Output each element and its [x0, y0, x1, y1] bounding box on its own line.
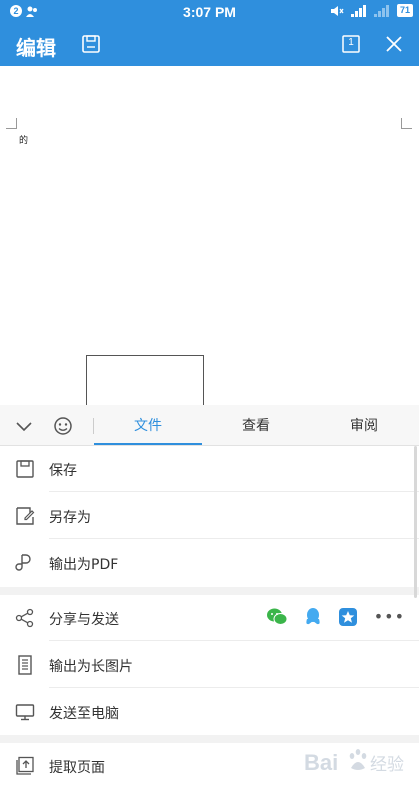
app-bar: 编辑 1	[0, 24, 419, 66]
svg-text:Bai: Bai	[304, 750, 338, 775]
page-count-button[interactable]: 1	[341, 34, 361, 54]
save-icon	[16, 460, 34, 478]
divider	[49, 687, 419, 688]
margin-corner-top-right	[401, 118, 412, 129]
menu-item-label: 发送至电脑	[49, 706, 119, 722]
menu-item-label: 另存为	[49, 510, 91, 526]
monitor-icon	[15, 704, 35, 721]
save-icon[interactable]	[81, 34, 101, 54]
document-text: 的	[19, 136, 29, 146]
menu-item-save-as[interactable]: 另存为	[0, 493, 419, 539]
divider	[49, 491, 419, 492]
menu-item-label: 分享与发送	[49, 612, 119, 628]
menu-item-export-pdf[interactable]: 输出为PDF	[0, 540, 419, 586]
share-icon	[15, 608, 34, 628]
status-bar: 2 3:07 PM 71	[0, 0, 419, 24]
section-gap	[0, 735, 419, 743]
file-menu-panel: 文件 查看 审阅 保存 另存为 输出为PDF 分享与发送 ••• 输出为长图片	[0, 405, 419, 800]
menu-item-label: 输出为长图片	[49, 659, 133, 675]
scrollbar[interactable]	[414, 446, 417, 598]
menu-item-export-long-image[interactable]: 输出为长图片	[0, 642, 419, 688]
battery-level: 71	[396, 4, 413, 17]
smiley-icon[interactable]	[53, 416, 73, 436]
extract-page-icon	[16, 756, 34, 775]
margin-corner-top-left	[6, 118, 17, 129]
qq-icon[interactable]	[304, 607, 322, 627]
mute-icon	[330, 5, 344, 16]
divider	[49, 538, 419, 539]
status-right: 71	[330, 4, 413, 17]
menu-item-label: 输出为PDF	[49, 557, 119, 573]
signal-icon	[350, 4, 366, 17]
section-gap	[0, 587, 419, 595]
menu-item-save[interactable]: 保存	[0, 446, 419, 492]
signal-weak-icon	[373, 4, 389, 17]
chevron-down-icon[interactable]	[15, 417, 33, 435]
tim-icon[interactable]	[338, 607, 358, 627]
more-icon[interactable]: •••	[374, 607, 405, 627]
divider	[49, 640, 419, 641]
menu-item-send-to-pc[interactable]: 发送至电脑	[0, 689, 419, 735]
page-title: 编辑	[16, 36, 56, 60]
tab-review[interactable]: 审阅	[310, 405, 418, 445]
save-as-icon	[16, 507, 35, 525]
close-icon[interactable]	[385, 35, 403, 53]
baidu-logo-icon: Bai 经验	[304, 749, 404, 775]
menu-item-share[interactable]: 分享与发送 •••	[0, 595, 419, 641]
active-tab-indicator	[94, 443, 202, 445]
svg-text:经验: 经验	[370, 755, 404, 775]
baidu-watermark: Bai 经验	[302, 744, 414, 780]
pdf-icon	[15, 554, 31, 571]
share-targets: •••	[266, 607, 405, 627]
document-text-box[interactable]	[86, 355, 204, 412]
tab-file[interactable]: 文件	[94, 405, 202, 445]
tab-bar: 文件 查看 审阅	[0, 405, 419, 446]
page-number: 1	[348, 37, 354, 48]
wechat-icon[interactable]	[266, 607, 288, 627]
menu-item-label: 保存	[49, 463, 77, 479]
long-image-icon	[18, 655, 32, 675]
menu-item-label: 提取页面	[49, 760, 105, 776]
document-canvas[interactable]: 的	[0, 66, 419, 487]
tab-view[interactable]: 查看	[202, 405, 310, 445]
